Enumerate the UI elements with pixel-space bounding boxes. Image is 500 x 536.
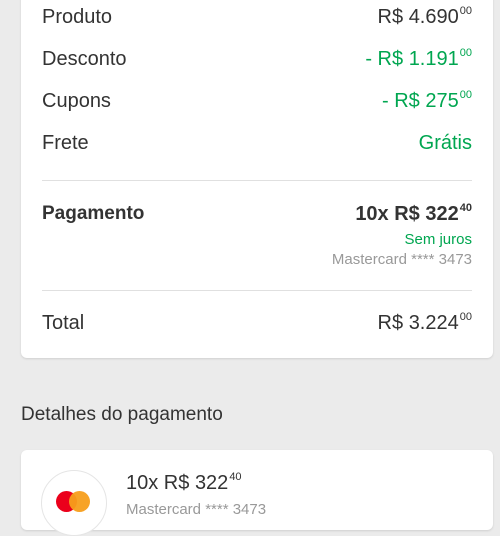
- shipping-label: Frete: [42, 132, 89, 154]
- mastercard-yellow-circle: [69, 491, 90, 512]
- interest-free-label: Sem juros: [404, 231, 472, 248]
- total-row: Total R$ 3.22400: [42, 311, 472, 335]
- payment-installments: 10x R$ 32240: [355, 202, 472, 225]
- payment-card-info: Mastercard **** 3473: [331, 251, 472, 268]
- divider: [42, 180, 472, 181]
- payment-label: Pagamento: [42, 203, 145, 224]
- total-label: Total: [42, 312, 85, 334]
- product-row: Produto R$ 4.69000: [42, 5, 472, 29]
- mastercard-logo-icon: [41, 470, 107, 536]
- coupons-row: Cupons - R$ 27500: [42, 89, 472, 113]
- order-summary-card: Produto R$ 4.69000 Desconto - R$ 1.19100…: [21, 0, 493, 358]
- discount-row: Desconto - R$ 1.19100: [42, 47, 472, 71]
- coupons-value: - R$ 27500: [382, 89, 472, 112]
- shipping-row: Frete Grátis: [42, 132, 472, 155]
- payment-details-title: Detalhes do pagamento: [21, 404, 223, 425]
- payment-detail-card[interactable]: 10x R$ 32240 Mastercard **** 3473: [21, 450, 493, 536]
- coupons-label: Cupons: [42, 90, 111, 112]
- detail-installments: 10x R$ 32240: [126, 471, 242, 494]
- divider: [42, 290, 472, 291]
- discount-value: - R$ 1.19100: [365, 47, 472, 70]
- total-value: R$ 3.22400: [377, 311, 472, 334]
- discount-label: Desconto: [42, 48, 127, 70]
- shipping-value: Grátis: [418, 132, 472, 154]
- product-value: R$ 4.69000: [377, 5, 472, 28]
- product-label: Produto: [42, 6, 113, 28]
